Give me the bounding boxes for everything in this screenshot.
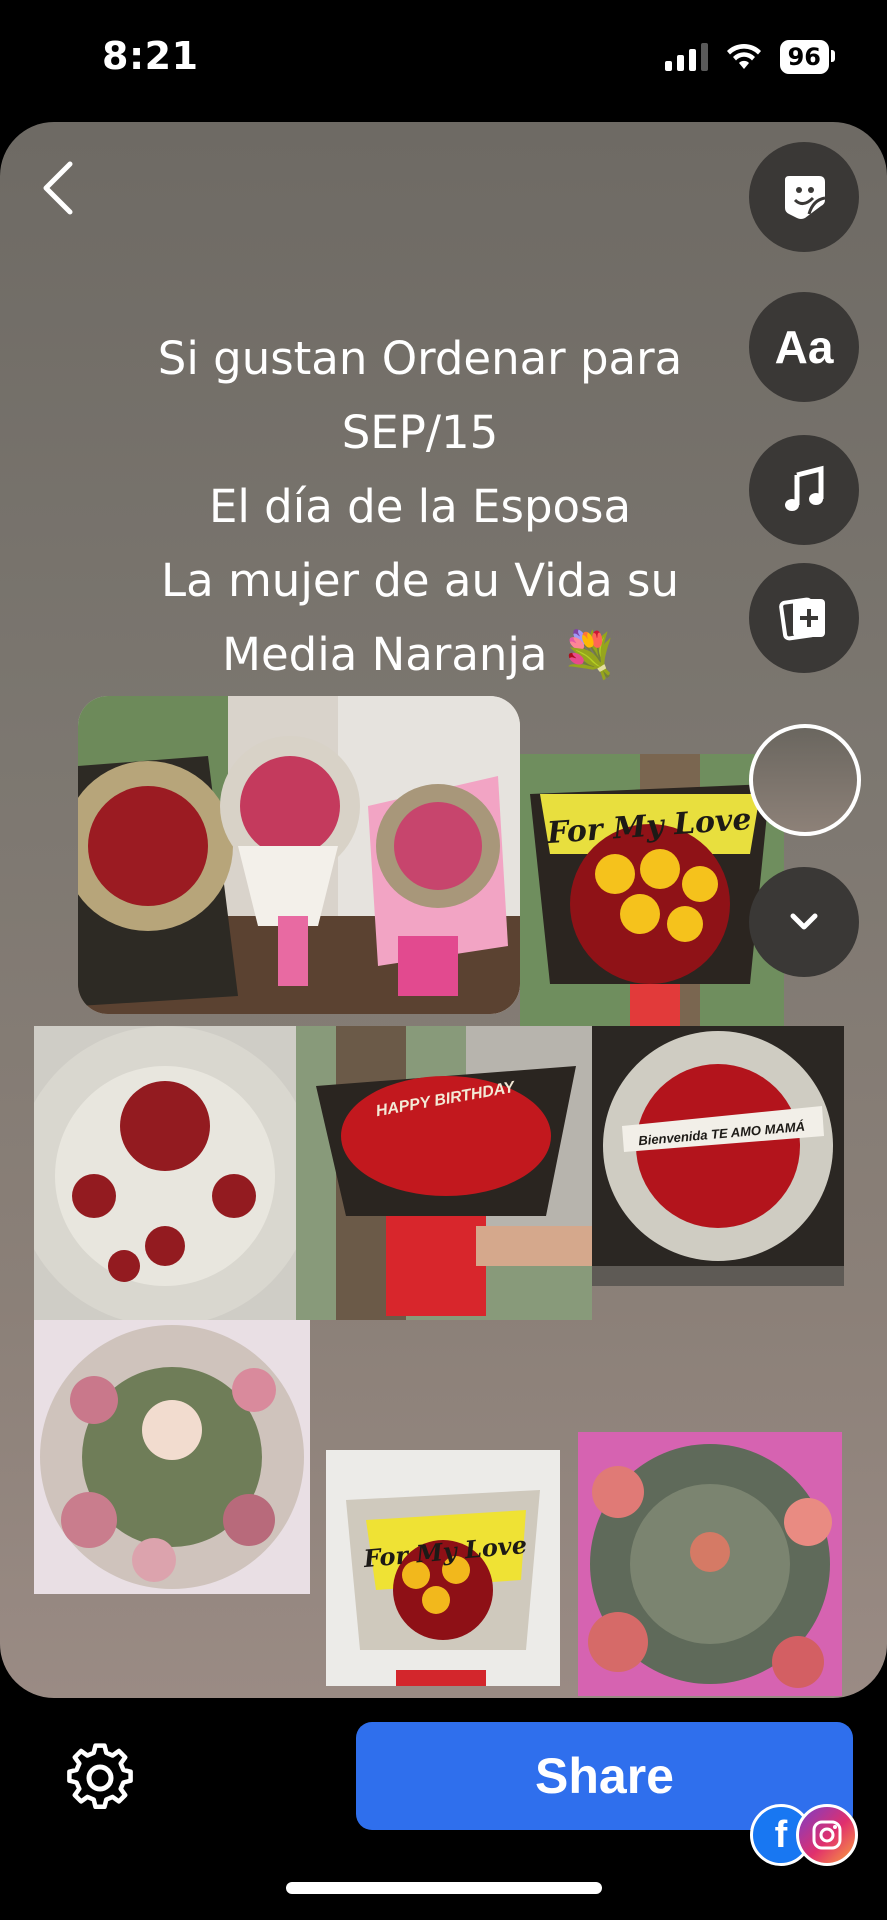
add-media-icon [779, 597, 825, 641]
music-button[interactable] [749, 435, 859, 545]
caption-line: La mujer de au Vida su [161, 554, 679, 607]
photo-bouquet-three-money-roses[interactable] [78, 696, 520, 1014]
photo-bouquet-for-my-love-small[interactable]: For My Love [326, 1450, 560, 1686]
settings-gear-icon[interactable] [64, 1742, 136, 1814]
photo-bouquet-money-roses-red[interactable] [34, 1026, 296, 1320]
status-icons: 96 [664, 40, 836, 74]
music-icon [785, 465, 824, 511]
instagram-icon [796, 1804, 858, 1866]
sticker-icon [785, 176, 826, 219]
caption-line: Si gustan Ordenar para [157, 332, 683, 385]
home-indicator [286, 1882, 602, 1894]
caption-line: El día de la Esposa [208, 480, 632, 533]
chevron-down-icon [790, 913, 818, 930]
more-tools-button[interactable] [749, 867, 859, 977]
caption-line: SEP/15 [341, 406, 499, 459]
sticker-button[interactable] [749, 142, 859, 252]
status-time: 8:21 [102, 34, 199, 78]
cellular-signal-icon [664, 43, 708, 71]
back-button[interactable] [34, 156, 82, 220]
battery-indicator: 96 [779, 40, 836, 74]
photo-bouquet-pink-money-roses[interactable] [34, 1320, 310, 1594]
photo-bouquet-for-my-love-sunflowers[interactable]: For My Love [520, 754, 784, 1026]
photo-bouquet-happy-birthday[interactable]: HAPPY BIRTHDAY [296, 1026, 592, 1320]
text-tool-label: Aa [774, 321, 834, 373]
caption-line: Media Naranja 💐 [222, 628, 618, 681]
background-color-picker[interactable] [749, 724, 861, 836]
wifi-icon [726, 43, 761, 69]
story-canvas[interactable]: For My Love HAPPY BIRTHDAY Bienvenida TE… [0, 122, 887, 1698]
photo-bouquet-money-flower-pink[interactable] [578, 1432, 842, 1696]
text-tool-button[interactable]: Aa [749, 292, 859, 402]
add-media-button[interactable] [749, 563, 859, 673]
photo-bouquet-bienvenida-te-amo-mama[interactable]: Bienvenida TE AMO MAMÁ [592, 1026, 844, 1286]
story-text-caption[interactable]: Si gustan Ordenar para SEP/15 El día de … [80, 322, 760, 692]
